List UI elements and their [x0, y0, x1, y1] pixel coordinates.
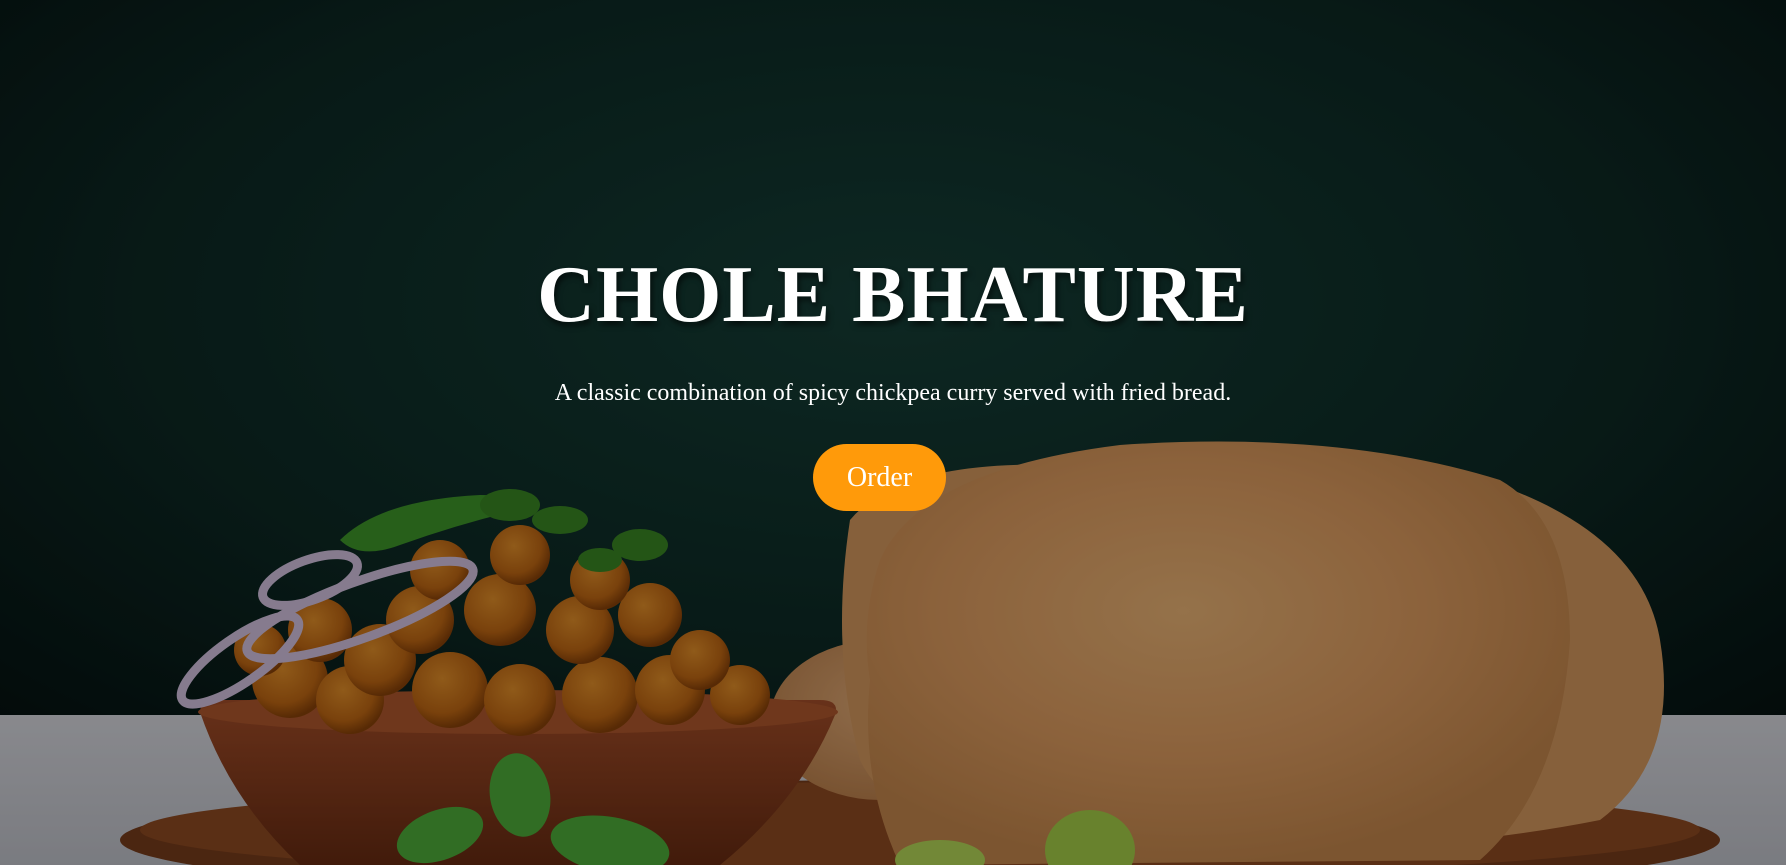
hero-subtitle: A classic combination of spicy chickpea … [554, 380, 1232, 406]
order-button[interactable]: Order [813, 444, 946, 511]
hero-content: CHOLE BHATURE A classic combination of s… [0, 0, 1786, 865]
hero-title: CHOLE BHATURE [537, 251, 1249, 339]
hero-section: CHOLE BHATURE A classic combination of s… [0, 0, 1786, 865]
